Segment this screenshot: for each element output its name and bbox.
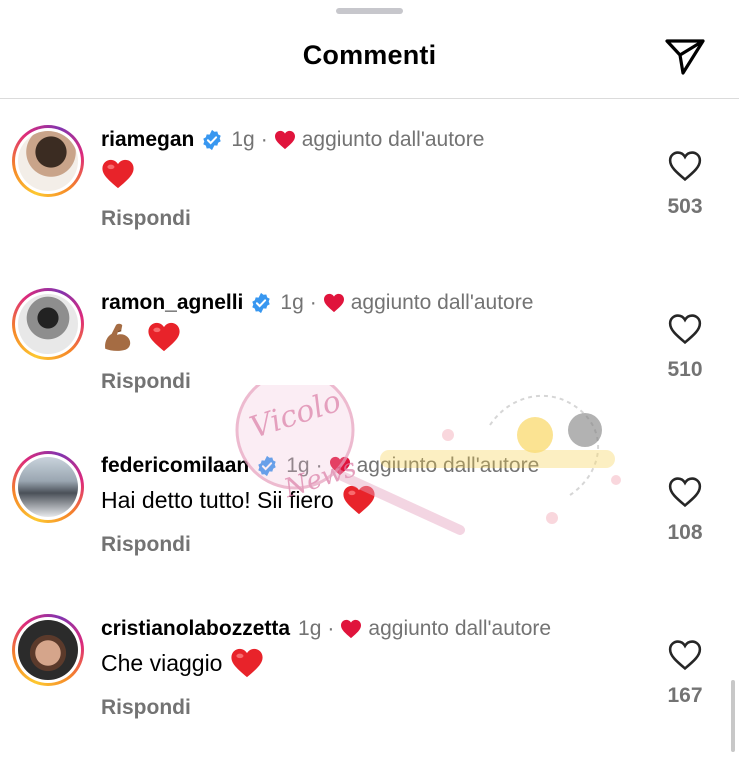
avatar[interactable] [18, 294, 78, 354]
like-count: 503 [667, 195, 703, 218]
story-ring[interactable] [12, 451, 84, 523]
username[interactable]: federicomilaan [101, 454, 249, 478]
comment-item: ramon_agnelli 1g · aggiunto dall'autore … [0, 288, 739, 451]
reply-button[interactable]: Rispondi [101, 207, 191, 231]
heart-outline-icon[interactable] [668, 313, 702, 345]
separator-dot: · [309, 291, 317, 314]
username[interactable]: ramon_agnelli [101, 291, 243, 315]
red-heart-emoji-icon [343, 485, 375, 515]
story-ring[interactable] [12, 125, 84, 197]
verified-badge-icon [252, 292, 271, 314]
comment-meta: cristianolabozzetta 1g · aggiunto dall'a… [101, 614, 551, 644]
like-count: 167 [667, 684, 703, 707]
comment-meta: federicomilaan 1g · aggiunto dall'autore [101, 451, 539, 481]
comment-text: Hai detto tutto! Sii fiero [101, 484, 376, 516]
reply-button[interactable]: Rispondi [101, 533, 191, 557]
username[interactable]: cristianolabozzetta [101, 617, 290, 641]
comment-item: cristianolabozzetta 1g · aggiunto dall'a… [0, 614, 739, 777]
avatar[interactable] [18, 620, 78, 680]
separator-dot: · [315, 454, 323, 477]
comment-time: 1g [286, 454, 310, 477]
author-liked-label: aggiunto dall'autore [350, 291, 534, 314]
comment-item: riamegan 1g · aggiunto dall'autore Rispo… [0, 125, 739, 288]
heart-outline-icon[interactable] [668, 476, 702, 508]
heart-outline-icon[interactable] [668, 150, 702, 182]
paper-plane-icon[interactable] [664, 37, 706, 77]
author-heart-icon [323, 293, 344, 313]
story-ring[interactable] [12, 614, 84, 686]
avatar[interactable] [18, 131, 78, 191]
heart-outline-icon[interactable] [668, 639, 702, 671]
comment-body: Che viaggio [101, 649, 223, 676]
separator-dot: · [260, 128, 268, 151]
comment-body: Hai detto tutto! Sii fiero [101, 486, 334, 513]
comment-time: 1g [298, 617, 322, 640]
username[interactable]: riamegan [101, 128, 194, 152]
comment-text: Che viaggio [101, 647, 264, 679]
reply-button[interactable]: Rispondi [101, 696, 191, 720]
page-title: Commenti [302, 40, 437, 70]
scrollbar[interactable] [731, 680, 735, 752]
comment-text [101, 158, 135, 190]
verified-badge-icon [203, 129, 222, 151]
comment-item: federicomilaan 1g · aggiunto dall'autore… [0, 451, 739, 614]
author-liked-label: aggiunto dall'autore [368, 617, 552, 640]
story-ring[interactable] [12, 288, 84, 360]
avatar[interactable] [18, 457, 78, 517]
author-heart-icon [341, 619, 362, 639]
red-heart-emoji-icon [102, 159, 134, 189]
like-count: 510 [667, 358, 703, 381]
separator-dot: · [327, 617, 335, 640]
author-heart-icon [274, 130, 295, 150]
red-heart-emoji-icon [231, 648, 264, 678]
comment-meta: ramon_agnelli 1g · aggiunto dall'autore [101, 288, 533, 318]
comment-meta: riamegan 1g · aggiunto dall'autore [101, 125, 484, 155]
red-heart-emoji-icon [148, 322, 180, 352]
comments-header: Commenti [0, 0, 739, 99]
comment-time: 1g [280, 291, 304, 314]
comment-time: 1g [231, 128, 255, 151]
flexed-biceps-emoji-icon [105, 323, 131, 351]
verified-badge-icon [258, 455, 276, 477]
author-liked-label: aggiunto dall'autore [356, 454, 540, 477]
like-count: 108 [667, 521, 703, 544]
author-liked-label: aggiunto dall'autore [301, 128, 485, 151]
reply-button[interactable]: Rispondi [101, 370, 191, 394]
author-heart-icon [329, 456, 350, 476]
comment-text [101, 321, 181, 353]
